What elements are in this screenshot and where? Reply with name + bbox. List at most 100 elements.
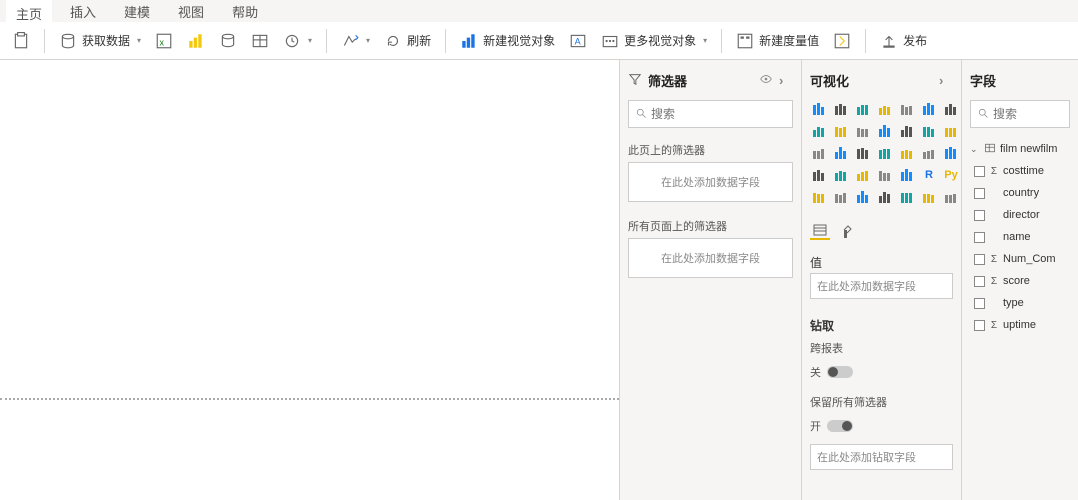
checkbox[interactable] bbox=[974, 254, 985, 265]
viz-type-100-bar[interactable] bbox=[898, 100, 916, 118]
viz-type-kpi[interactable] bbox=[832, 166, 850, 184]
get-data-button[interactable]: 获取数据 ▾ bbox=[53, 27, 147, 55]
fields-title: 字段 bbox=[970, 71, 996, 90]
more-visuals-button[interactable]: 更多视觉对象 ▾ bbox=[595, 27, 713, 55]
fields-search[interactable] bbox=[970, 100, 1070, 128]
values-drop[interactable]: 在此处添加数据字段 bbox=[810, 273, 953, 299]
viz-type-filled-map[interactable] bbox=[942, 144, 960, 162]
excel-source-button[interactable]: x bbox=[149, 27, 179, 55]
sigma-icon: Σ bbox=[989, 166, 999, 177]
new-visual-button[interactable]: 新建视觉对象 bbox=[454, 27, 561, 55]
field-costtime[interactable]: Σcosttime bbox=[974, 160, 1070, 182]
viz-type-clustered-bar[interactable] bbox=[854, 100, 872, 118]
table-icon bbox=[984, 142, 996, 157]
viz-type-line[interactable] bbox=[810, 122, 828, 140]
viz-type-decomp[interactable] bbox=[876, 188, 894, 206]
ribbon-tab-model[interactable]: 建模 bbox=[114, 0, 160, 25]
checkbox[interactable] bbox=[974, 188, 985, 199]
viz-type-funnel[interactable] bbox=[810, 144, 828, 162]
chevron-down-icon: ▾ bbox=[703, 36, 707, 45]
field-name[interactable]: name bbox=[974, 226, 1070, 248]
viz-type-area[interactable] bbox=[832, 122, 850, 140]
quick-measure-button[interactable] bbox=[827, 27, 857, 55]
cross-report-toggle[interactable] bbox=[827, 366, 853, 378]
chevron-right-icon[interactable]: › bbox=[939, 73, 953, 88]
checkbox[interactable] bbox=[974, 276, 985, 287]
viz-type-pie[interactable] bbox=[854, 144, 872, 162]
field-type[interactable]: type bbox=[974, 292, 1070, 314]
viz-type-scatter[interactable] bbox=[832, 144, 850, 162]
paste-button[interactable] bbox=[6, 27, 36, 55]
viz-type-slicer[interactable] bbox=[854, 166, 872, 184]
visualizations-pane: 可视化 › RPy 值 在此处添加数据字段 钻取 跨报表 关 保留所有筛选器 开… bbox=[802, 60, 962, 500]
viz-type-gauge[interactable] bbox=[810, 188, 828, 206]
viz-type-table[interactable] bbox=[876, 166, 894, 184]
sql-source-button[interactable] bbox=[213, 27, 243, 55]
filters-search-input[interactable] bbox=[651, 107, 806, 121]
viz-type-line-column[interactable] bbox=[876, 122, 894, 140]
field-Num_Com[interactable]: ΣNum_Com bbox=[974, 248, 1070, 270]
checkbox[interactable] bbox=[974, 166, 985, 177]
viz-type-donut[interactable] bbox=[876, 144, 894, 162]
checkbox[interactable] bbox=[974, 210, 985, 221]
svg-text:A: A bbox=[575, 36, 581, 46]
page-filters-drop[interactable]: 在此处添加数据字段 bbox=[628, 162, 793, 202]
viz-type-matrix[interactable] bbox=[898, 166, 916, 184]
ribbon-tab-home[interactable]: 主页 bbox=[6, 0, 52, 27]
viz-type-paginated[interactable] bbox=[920, 188, 938, 206]
viz-type-100-column[interactable] bbox=[920, 100, 938, 118]
measure-icon bbox=[736, 32, 754, 50]
viz-type-stacked-bar-h[interactable] bbox=[942, 100, 960, 118]
field-uptime[interactable]: Σuptime bbox=[974, 314, 1070, 336]
ribbon-tab-insert[interactable]: 插入 bbox=[60, 0, 106, 25]
chevron-down-icon: ▾ bbox=[137, 36, 141, 45]
checkbox[interactable] bbox=[974, 320, 985, 331]
table-node[interactable]: ⌄ film newfilm bbox=[970, 138, 1070, 160]
field-label: type bbox=[1003, 297, 1024, 309]
field-country[interactable]: country bbox=[974, 182, 1070, 204]
viz-type-stacked-area[interactable] bbox=[854, 122, 872, 140]
viz-type-py[interactable]: Py bbox=[942, 166, 960, 184]
report-canvas[interactable] bbox=[0, 60, 620, 500]
text-box-button[interactable]: A bbox=[563, 27, 593, 55]
viz-type-arcgis[interactable] bbox=[942, 188, 960, 206]
viz-type-key-influencers[interactable] bbox=[854, 188, 872, 206]
checkbox[interactable] bbox=[974, 232, 985, 243]
pbi-dataset-button[interactable] bbox=[181, 27, 211, 55]
viz-type-line-clustered[interactable] bbox=[898, 122, 916, 140]
viz-type-ribbon[interactable] bbox=[920, 122, 938, 140]
publish-button[interactable]: 发布 bbox=[874, 27, 933, 55]
all-pages-filters-drop[interactable]: 在此处添加数据字段 bbox=[628, 238, 793, 278]
fields-search-input[interactable] bbox=[993, 107, 1078, 121]
textbox-icon: A bbox=[569, 32, 587, 50]
ribbon-tab-help[interactable]: 帮助 bbox=[222, 0, 268, 25]
new-measure-button[interactable]: 新建度量值 bbox=[730, 27, 825, 55]
refresh-button[interactable]: 刷新 bbox=[378, 27, 437, 55]
chevron-right-icon[interactable]: › bbox=[779, 73, 793, 88]
viz-tabs bbox=[810, 216, 953, 240]
viz-type-qa[interactable] bbox=[898, 188, 916, 206]
tab-fields[interactable] bbox=[810, 222, 830, 240]
eye-icon[interactable] bbox=[759, 72, 773, 89]
recent-sources-button[interactable]: ▾ bbox=[277, 27, 318, 55]
drill-drop[interactable]: 在此处添加钻取字段 bbox=[810, 444, 953, 470]
viz-type-stacked-column[interactable] bbox=[832, 100, 850, 118]
checkbox[interactable] bbox=[974, 298, 985, 309]
ribbon-tab-view[interactable]: 视图 bbox=[168, 0, 214, 25]
viz-type-card[interactable] bbox=[810, 166, 828, 184]
viz-type-clustered-column[interactable] bbox=[876, 100, 894, 118]
viz-type-multi-card[interactable] bbox=[832, 188, 850, 206]
transform-data-button[interactable]: ▾ bbox=[335, 27, 376, 55]
field-director[interactable]: director bbox=[974, 204, 1070, 226]
refresh-icon bbox=[384, 32, 402, 50]
viz-type-waterfall[interactable] bbox=[942, 122, 960, 140]
filters-search[interactable] bbox=[628, 100, 793, 128]
enter-data-button[interactable] bbox=[245, 27, 275, 55]
viz-type-stacked-bar[interactable] bbox=[810, 100, 828, 118]
keep-filters-toggle[interactable] bbox=[827, 420, 853, 432]
tab-format[interactable] bbox=[838, 222, 858, 240]
viz-type-map[interactable] bbox=[920, 144, 938, 162]
viz-type-r[interactable]: R bbox=[920, 166, 938, 184]
field-score[interactable]: Σscore bbox=[974, 270, 1070, 292]
viz-type-treemap[interactable] bbox=[898, 144, 916, 162]
